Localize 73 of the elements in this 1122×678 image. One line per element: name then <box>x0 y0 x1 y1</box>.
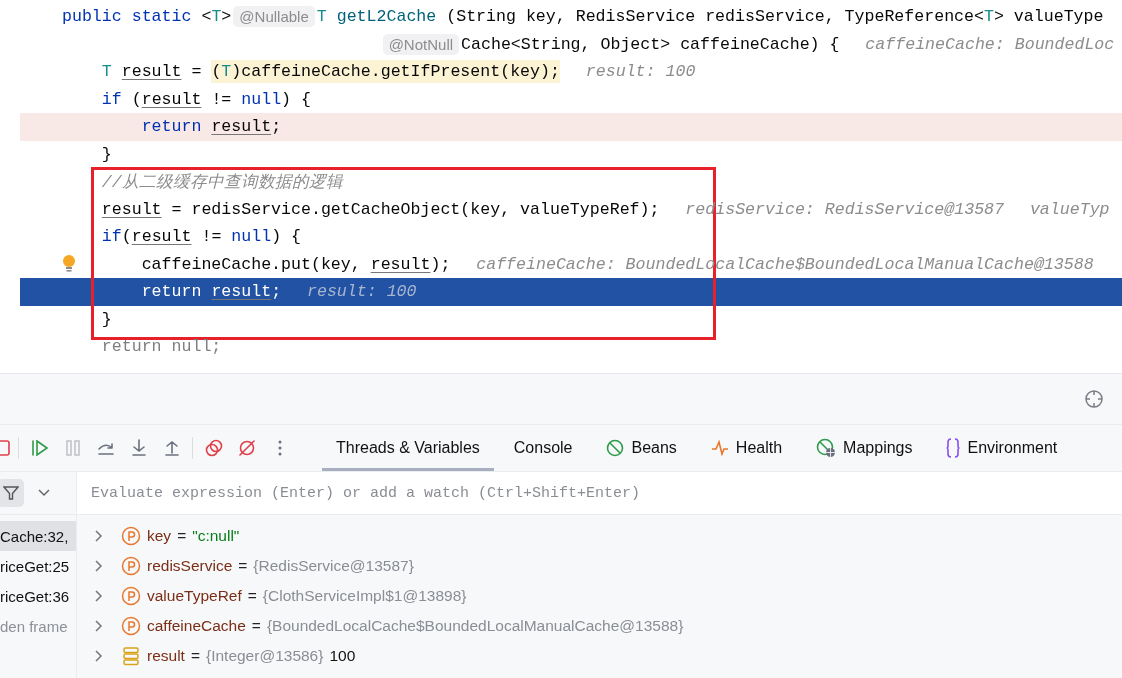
stack-frame[interactable]: Cache:32, <box>0 521 76 551</box>
braces-icon <box>946 438 961 458</box>
tab[interactable]: Beans <box>592 425 691 471</box>
equals-sign: = <box>247 587 257 605</box>
prohibited-icon <box>606 439 625 457</box>
variable-value: {RedisService@13587} <box>253 557 414 575</box>
equals-sign: = <box>238 557 248 575</box>
variable-name: result <box>147 647 185 665</box>
stack-frame[interactable]: riceGet:25 <box>0 551 76 581</box>
variable-name: key <box>147 527 172 545</box>
step-into-icon <box>130 439 147 457</box>
step-over-icon <box>96 440 115 456</box>
inline-value-hint: result: 100 <box>306 282 417 302</box>
mute-breakpoints-icon <box>237 439 256 457</box>
code-text: return null; <box>101 337 222 357</box>
parameter-icon <box>121 616 141 636</box>
code-text: T result = (T)caffeineCache.getIfPresent(key); <box>101 62 560 82</box>
breakpoints-icon <box>204 439 223 457</box>
pulse-icon <box>710 440 729 456</box>
equals-sign: = <box>177 527 187 545</box>
annotation-hint: @NotNull <box>382 33 460 55</box>
chevron-right-icon[interactable] <box>95 590 103 602</box>
resume-icon <box>30 440 49 456</box>
variable-value: {Integer@13586} <box>205 647 324 665</box>
chevron-right-icon[interactable] <box>95 530 103 542</box>
chevron-right-icon[interactable] <box>95 560 103 572</box>
variable-value: {ClothServiceImpl$1@13898} <box>262 587 467 605</box>
evaluate-field[interactable]: Evaluate expression (Enter) or add a watch (Ctrl+Shift+Enter) <box>77 472 1122 514</box>
variable-value: "c:null" <box>192 527 240 545</box>
equals-sign: = <box>251 617 261 635</box>
inline-value-hint: result: 100 <box>585 62 696 82</box>
tab[interactable]: Console <box>499 425 587 471</box>
filter-icon <box>2 485 19 501</box>
code-text: Cache<String, Object> caffeineCache) { <box>461 34 840 54</box>
equals-sign: = <box>190 647 200 665</box>
inline-value-hint: valueTyp <box>1029 199 1110 219</box>
globe-leaf-icon <box>816 438 837 458</box>
code-text: if(result != null) { <box>101 227 302 247</box>
step-out-icon <box>163 439 180 457</box>
stop-icon <box>0 439 12 457</box>
variable-display-value: 100 <box>329 647 356 665</box>
parameter-icon <box>121 556 141 576</box>
code-text: return result; <box>141 282 282 302</box>
code-text: //从二级缓存中查询数据的逻辑 <box>101 171 343 193</box>
code-text: public static <T> <box>62 7 232 27</box>
chevron-right-icon[interactable] <box>95 650 103 662</box>
code-text: } <box>101 309 112 329</box>
pause-icon <box>65 440 80 456</box>
code-text: if (result != null) { <box>101 89 311 109</box>
variable-name: caffeineCache <box>147 617 246 635</box>
tab[interactable]: Health <box>696 425 797 471</box>
code-text: result = redisService.getCacheObject(key, valueTypeRef); <box>101 199 660 219</box>
parameter-icon <box>121 526 141 546</box>
crosshair-icon[interactable] <box>1084 389 1104 409</box>
chevron-down-icon[interactable] <box>38 489 50 497</box>
inline-value-hint: caffeineCache: BoundedLoc <box>865 34 1115 54</box>
annotation-hint: @Nullable <box>233 6 315 28</box>
code-text: } <box>101 144 112 164</box>
variable-value: {BoundedLocalCache$BoundedLocalManualCache@13588} <box>266 617 684 635</box>
variable-name: redisService <box>147 557 233 575</box>
parameter-icon <box>121 586 141 606</box>
tab[interactable]: Mappings <box>802 425 927 471</box>
lightbulb-icon <box>62 253 76 274</box>
stack-frame[interactable]: riceGet:36 <box>0 581 76 611</box>
tab[interactable]: Environment <box>932 425 1072 471</box>
chevron-right-icon[interactable] <box>95 620 103 632</box>
filter-button[interactable] <box>0 479 24 507</box>
variable-name: valueTypeRef <box>147 587 242 605</box>
code-text: caffeineCache.put(key, result); <box>141 254 451 274</box>
code-text: T getL2Cache (String key, RedisService redisService, TypeReference<T> valueType <box>316 7 1104 27</box>
stack-icon <box>121 646 141 666</box>
code-text: return result; <box>141 117 282 137</box>
more-icon <box>277 440 282 456</box>
